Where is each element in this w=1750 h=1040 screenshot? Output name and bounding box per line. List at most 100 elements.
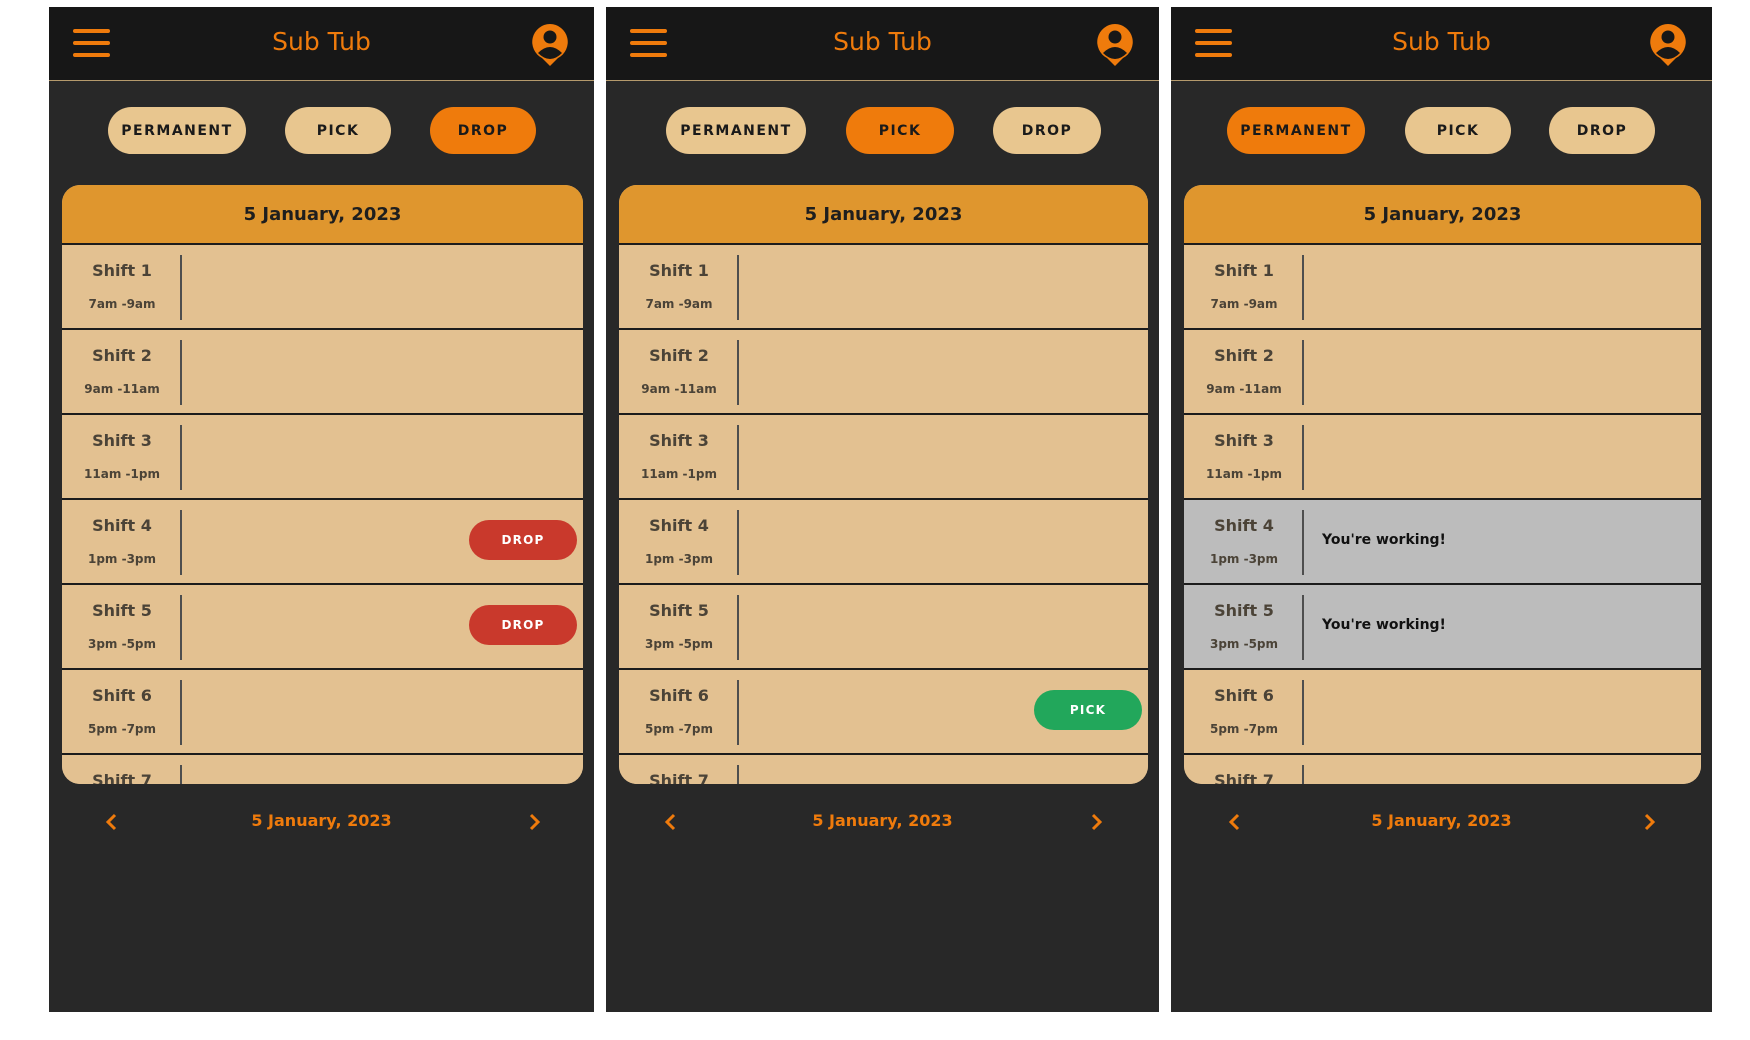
shift-row: Shift 6 5pm -7pm PICK bbox=[619, 670, 1148, 755]
shift-row: Shift 1 7am -9am bbox=[1184, 245, 1701, 330]
shift-label: Shift 5 bbox=[649, 601, 709, 620]
shift-time: 7am -9am bbox=[645, 297, 713, 311]
mode-pick-button[interactable]: PICK bbox=[846, 107, 954, 154]
card-date-header: 5 January, 2023 bbox=[619, 185, 1148, 245]
mode-drop-button[interactable]: DROP bbox=[1549, 107, 1655, 154]
divider bbox=[737, 595, 739, 660]
divider bbox=[737, 425, 739, 490]
divider bbox=[1302, 255, 1304, 320]
shift-label: Shift 7 bbox=[1214, 771, 1274, 784]
shift-label: Shift 4 bbox=[92, 516, 152, 535]
shift-time: 11am -1pm bbox=[1206, 467, 1282, 481]
shift-label: Shift 4 bbox=[1214, 516, 1274, 535]
mode-drop-button[interactable]: DROP bbox=[430, 107, 536, 154]
shift-label: Shift 5 bbox=[1214, 601, 1274, 620]
drop-shift-button[interactable]: DROP bbox=[469, 605, 577, 645]
shift-label: Shift 2 bbox=[1214, 346, 1274, 365]
divider bbox=[180, 765, 182, 784]
mode-selector: PERMANENT PICK DROP bbox=[1171, 81, 1712, 176]
shift-label: Shift 4 bbox=[649, 516, 709, 535]
mode-permanent-button[interactable]: PERMANENT bbox=[1227, 107, 1365, 154]
divider bbox=[180, 510, 182, 575]
shift-time: 5pm -7pm bbox=[87, 722, 157, 736]
date-navigation: 5 January, 2023 bbox=[606, 807, 1159, 837]
phone-screen-drop: Sub Tub PERMANENT PICK DROP 5 January, 2… bbox=[49, 7, 594, 1012]
shift-label: Shift 7 bbox=[649, 771, 709, 784]
shift-time: 5pm -7pm bbox=[1209, 722, 1279, 736]
divider bbox=[737, 510, 739, 575]
shift-label: Shift 6 bbox=[1214, 686, 1274, 705]
shift-row: Shift 6 5pm -7pm bbox=[62, 670, 583, 755]
divider bbox=[737, 765, 739, 784]
shift-row: Shift 2 9am -11am bbox=[619, 330, 1148, 415]
working-status-text: You're working! bbox=[1322, 532, 1446, 548]
divider bbox=[180, 255, 182, 320]
shift-time: 9am -11am bbox=[84, 382, 160, 396]
app-bar: Sub Tub bbox=[606, 7, 1159, 81]
current-date: 5 January, 2023 bbox=[1371, 811, 1512, 830]
chevron-right-icon[interactable] bbox=[1634, 807, 1664, 837]
shift-time: 9am -11am bbox=[641, 382, 717, 396]
mode-permanent-button[interactable]: PERMANENT bbox=[108, 107, 246, 154]
shift-row: Shift 3 11am -1pm bbox=[1184, 415, 1701, 500]
shift-row: Shift 2 9am -11am bbox=[1184, 330, 1701, 415]
shift-row: Shift 2 9am -11am bbox=[62, 330, 583, 415]
profile-icon[interactable] bbox=[1095, 22, 1135, 67]
shift-time: 3pm -5pm bbox=[644, 637, 714, 651]
divider bbox=[1302, 340, 1304, 405]
shift-label: Shift 7 bbox=[92, 771, 152, 784]
divider bbox=[180, 595, 182, 660]
shift-label: Shift 1 bbox=[1214, 261, 1274, 280]
mode-drop-button[interactable]: DROP bbox=[993, 107, 1101, 154]
divider bbox=[1302, 680, 1304, 745]
shift-time: 1pm -3pm bbox=[644, 552, 714, 566]
working-status-text: You're working! bbox=[1322, 617, 1446, 633]
divider bbox=[737, 255, 739, 320]
profile-icon[interactable] bbox=[1648, 22, 1688, 67]
app-title: Sub Tub bbox=[1392, 27, 1491, 56]
shift-row: Shift 4 1pm -3pm bbox=[619, 500, 1148, 585]
shift-label: Shift 5 bbox=[92, 601, 152, 620]
mode-pick-button[interactable]: PICK bbox=[285, 107, 391, 154]
drop-shift-button[interactable]: DROP bbox=[469, 520, 577, 560]
shift-row: Shift 7 bbox=[619, 755, 1148, 784]
shift-row: Shift 1 7am -9am bbox=[62, 245, 583, 330]
shift-row: Shift 5 3pm -5pm bbox=[619, 585, 1148, 670]
shift-row-working: Shift 5 3pm -5pm You're working! bbox=[1184, 585, 1701, 670]
divider bbox=[180, 425, 182, 490]
shift-row: Shift 7 bbox=[62, 755, 583, 784]
shift-label: Shift 1 bbox=[92, 261, 152, 280]
shift-time: 7am -9am bbox=[1210, 297, 1278, 311]
date-navigation: 5 January, 2023 bbox=[49, 807, 594, 837]
app-bar: Sub Tub bbox=[1171, 7, 1712, 81]
shift-row: Shift 6 5pm -7pm bbox=[1184, 670, 1701, 755]
shift-label: Shift 2 bbox=[649, 346, 709, 365]
shift-row: Shift 1 7am -9am bbox=[619, 245, 1148, 330]
shift-time: 11am -1pm bbox=[84, 467, 160, 481]
chevron-right-icon[interactable] bbox=[1081, 807, 1111, 837]
app-title: Sub Tub bbox=[833, 27, 932, 56]
divider bbox=[1302, 510, 1304, 575]
chevron-right-icon[interactable] bbox=[519, 807, 549, 837]
shift-time: 7am -9am bbox=[88, 297, 156, 311]
profile-icon[interactable] bbox=[530, 22, 570, 67]
shift-time: 5pm -7pm bbox=[644, 722, 714, 736]
mode-selector: PERMANENT PICK DROP bbox=[606, 81, 1159, 176]
divider bbox=[1302, 765, 1304, 784]
shift-label: Shift 6 bbox=[649, 686, 709, 705]
mode-permanent-button[interactable]: PERMANENT bbox=[666, 107, 806, 154]
divider bbox=[180, 680, 182, 745]
divider bbox=[737, 340, 739, 405]
shift-time: 9am -11am bbox=[1206, 382, 1282, 396]
current-date: 5 January, 2023 bbox=[812, 811, 953, 830]
shift-time: 1pm -3pm bbox=[87, 552, 157, 566]
mode-pick-button[interactable]: PICK bbox=[1405, 107, 1511, 154]
card-date-header: 5 January, 2023 bbox=[1184, 185, 1701, 245]
shift-time: 3pm -5pm bbox=[87, 637, 157, 651]
shift-card: 5 January, 2023 Shift 1 7am -9am Shift 2… bbox=[619, 185, 1148, 784]
pick-shift-button[interactable]: PICK bbox=[1034, 690, 1142, 730]
shift-card: 5 January, 2023 Shift 1 7am -9am Shift 2… bbox=[1184, 185, 1701, 784]
card-date-header: 5 January, 2023 bbox=[62, 185, 583, 245]
shift-time: 3pm -5pm bbox=[1209, 637, 1279, 651]
shift-row: Shift 7 bbox=[1184, 755, 1701, 784]
